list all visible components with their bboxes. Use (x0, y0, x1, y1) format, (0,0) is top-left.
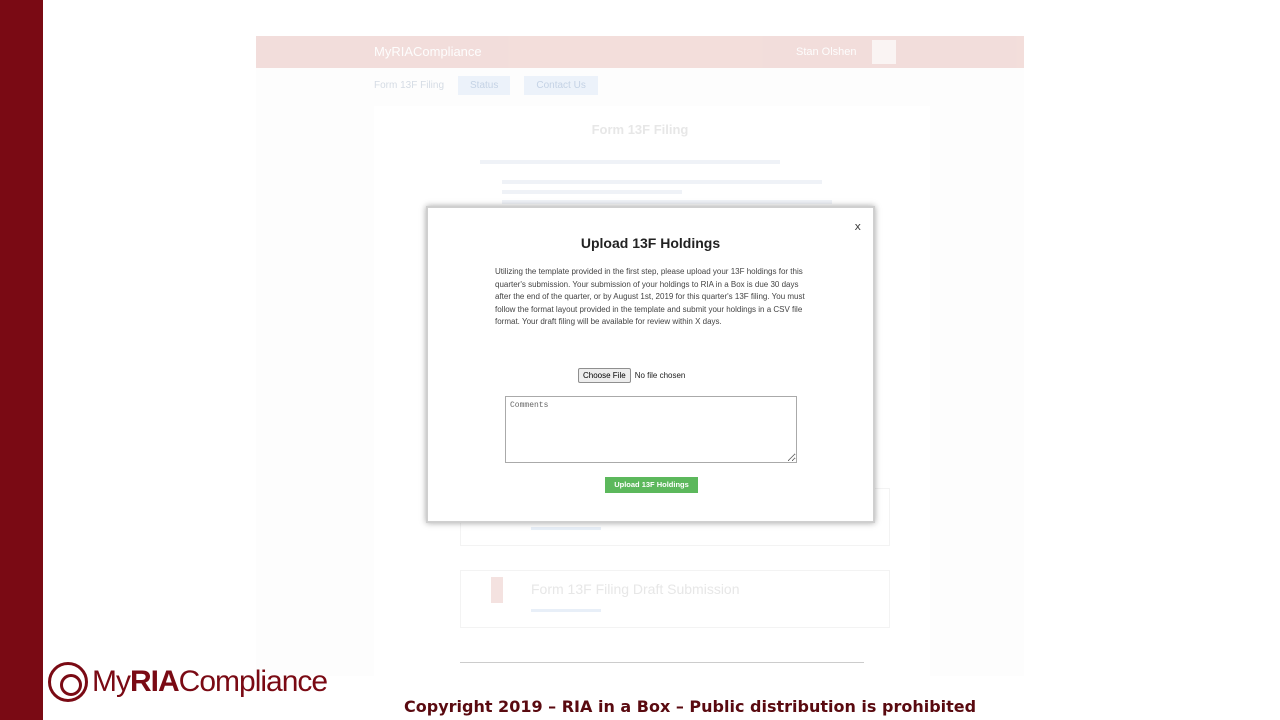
subnav-contact-tab[interactable]: Contact Us (524, 75, 598, 95)
background-card-title: Form 13F Filing Draft Submission (531, 581, 740, 597)
background-card-link (531, 527, 601, 530)
background-text-line (502, 180, 822, 184)
choose-file-button[interactable]: Choose File (578, 368, 631, 383)
upload-holdings-modal: x Upload 13F Holdings Utilizing the temp… (426, 206, 875, 523)
modal-description: Utilizing the template provided in the f… (495, 267, 805, 326)
copyright-notice: Copyright 2019 – RIA in a Box – Public d… (404, 697, 977, 716)
sub-navigation: Form 13F Filing Status Contact Us (374, 74, 598, 96)
app-top-bar: MyRIACompliance Stan Olshen (256, 36, 1024, 68)
app-logo: MyRIACompliance (374, 44, 482, 59)
search-icon[interactable] (900, 40, 924, 64)
target-logo-icon (48, 662, 88, 702)
background-text-line (502, 200, 832, 204)
user-name[interactable]: Stan Olshen (796, 46, 857, 58)
background-page-title: Form 13F Filing (591, 122, 689, 137)
comments-textarea[interactable] (505, 396, 797, 463)
background-card-link (531, 609, 601, 612)
subnav-status-tab[interactable]: Status (458, 75, 511, 95)
notification-icon[interactable] (872, 40, 896, 64)
subnav-filing-link[interactable]: Form 13F Filing (374, 80, 444, 91)
brand-bold: RIA (130, 665, 180, 698)
document-icon (491, 577, 503, 603)
footer-brand-logo: MyRIACompliance (48, 658, 328, 706)
close-button[interactable]: x (854, 220, 861, 233)
brand-name: MyRIACompliance (92, 665, 328, 699)
background-text-line (502, 190, 682, 194)
left-brand-bar (0, 0, 43, 720)
modal-title: Upload 13F Holdings (580, 235, 721, 251)
background-card-draft: Form 13F Filing Draft Submission (460, 570, 890, 628)
background-divider (460, 662, 864, 663)
background-text-line (480, 160, 780, 164)
brand-suffix: Compliance (178, 665, 328, 698)
upload-holdings-button[interactable]: Upload 13F Holdings (605, 477, 698, 493)
brand-prefix: My (92, 665, 131, 698)
file-picker: Choose File No file chosen (578, 368, 685, 383)
file-status: No file chosen (634, 371, 686, 380)
